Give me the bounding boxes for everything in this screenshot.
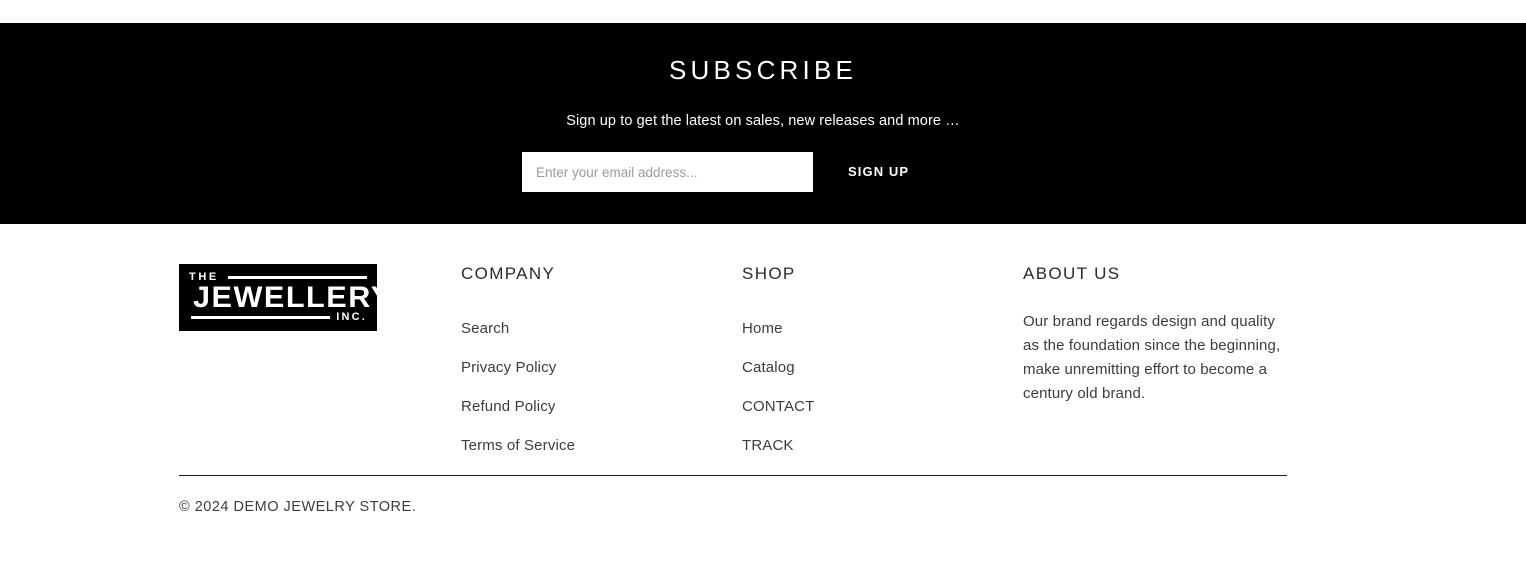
footer-column-about-us: ABOUT US Our brand regards design and qu… (1023, 264, 1289, 406)
list-item: Home (742, 309, 1002, 348)
email-input[interactable] (522, 152, 813, 192)
logo-inc-text: INC. (336, 311, 367, 323)
signup-button[interactable]: SIGN UP (813, 152, 909, 192)
footer-link-home[interactable]: Home (742, 309, 1002, 348)
list-item: Search (461, 309, 721, 348)
top-white-strip (0, 0, 1526, 23)
footer-column-company: COMPANY Search Privacy Policy Refund Pol… (461, 264, 721, 465)
footer-link-refund-policy[interactable]: Refund Policy (461, 387, 721, 426)
copyright-text: © 2024 DEMO JEWELRY STORE. (179, 499, 417, 515)
footer-link-contact[interactable]: CONTACT (742, 387, 1002, 426)
footer-link-track[interactable]: TRACK (742, 426, 1002, 465)
footer-link-catalog[interactable]: Catalog (742, 348, 1002, 387)
logo-bottom-rule (191, 316, 330, 319)
footer-link-list: Home Catalog CONTACT TRACK (742, 309, 1002, 465)
list-item: CONTACT (742, 387, 1002, 426)
subscribe-heading: SUBSCRIBE (668, 55, 858, 85)
footer-divider (179, 475, 1287, 476)
about-us-paragraph: Our brand regards design and quality as … (1023, 313, 1281, 402)
page-root: SUBSCRIBE Sign up to get the latest on s… (0, 0, 1526, 576)
footer-column-title: COMPANY (461, 264, 556, 283)
subscribe-section: SUBSCRIBE Sign up to get the latest on s… (0, 23, 1526, 224)
footer-column-shop: SHOP Home Catalog CONTACT TRACK (742, 264, 1002, 465)
list-item: Terms of Service (461, 426, 721, 465)
footer-link-search[interactable]: Search (461, 309, 721, 348)
subscribe-subtitle: Sign up to get the latest on sales, new … (566, 113, 960, 129)
footer-link-list: Search Privacy Policy Refund Policy Term… (461, 309, 721, 465)
footer-link-terms-of-service[interactable]: Terms of Service (461, 426, 721, 465)
footer-column-title: ABOUT US (1023, 264, 1121, 283)
site-footer: THE JEWELLERY INC. COMPANY Search Privac… (0, 224, 1526, 576)
newsletter-form: SIGN UP (522, 152, 942, 192)
logo-top-rule (228, 276, 367, 279)
brand-logo[interactable]: THE JEWELLERY INC. (179, 264, 377, 331)
list-item: Catalog (742, 348, 1002, 387)
list-item: Refund Policy (461, 387, 721, 426)
footer-link-privacy-policy[interactable]: Privacy Policy (461, 348, 721, 387)
list-item: Privacy Policy (461, 348, 721, 387)
list-item: TRACK (742, 426, 1002, 465)
footer-column-title: SHOP (742, 264, 796, 283)
logo-main-text: JEWELLERY (193, 281, 377, 314)
